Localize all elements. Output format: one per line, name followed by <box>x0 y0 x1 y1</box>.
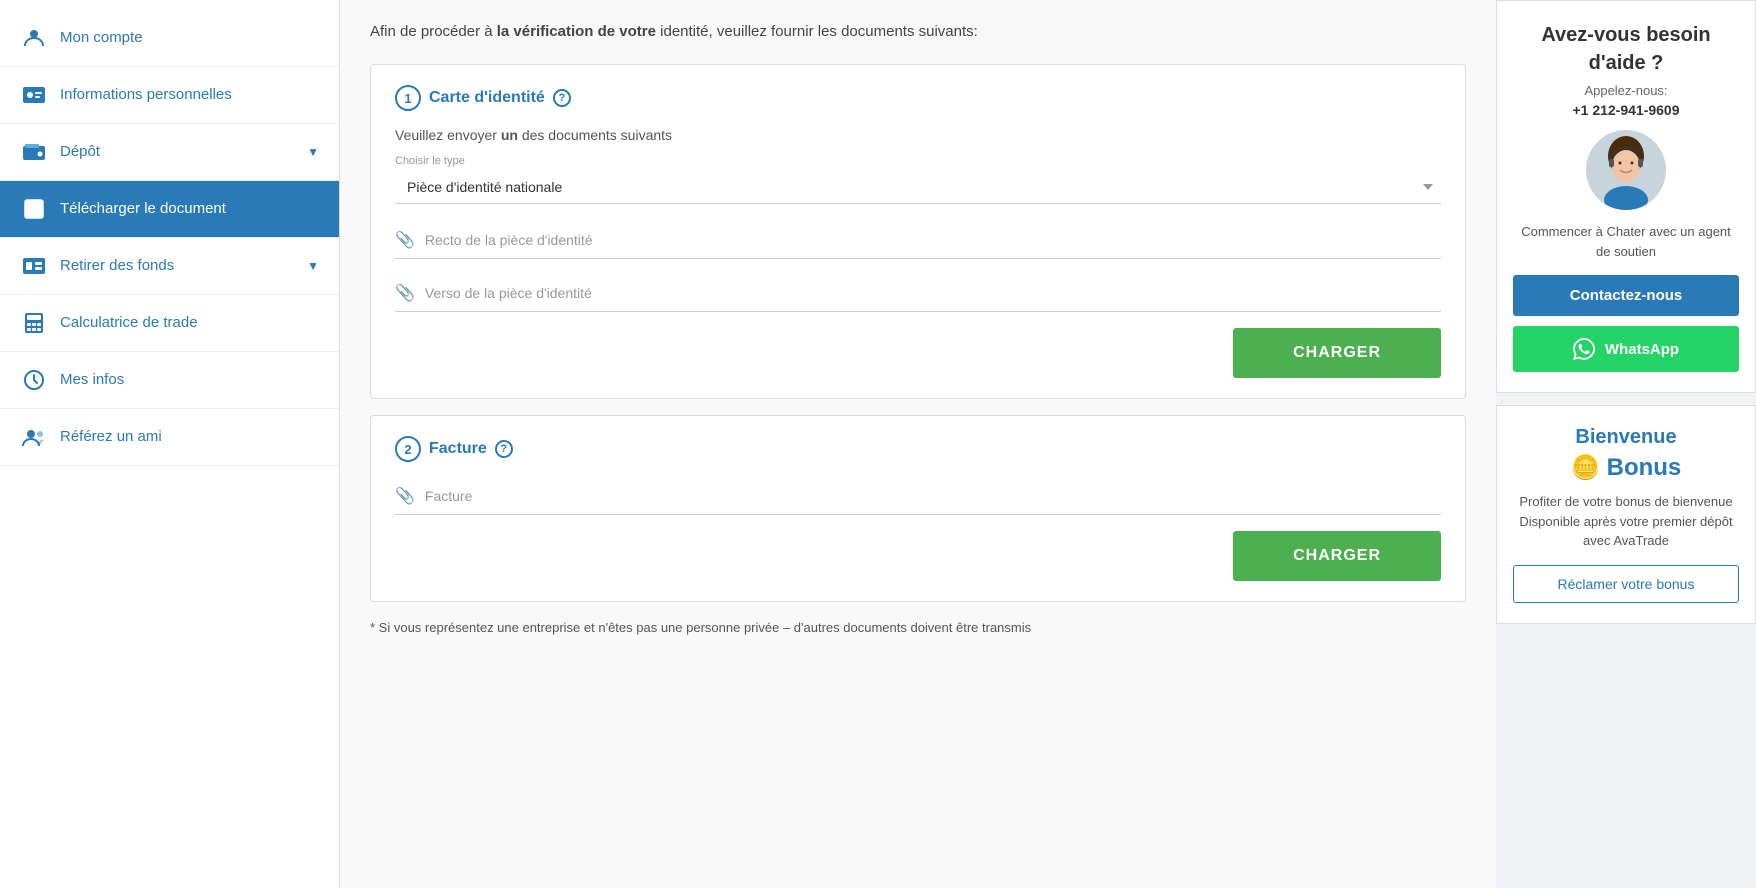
upload-icon <box>20 195 48 223</box>
section-2-header: 2 Facture ? <box>395 436 1441 462</box>
doc-type-select[interactable]: Pièce d'identité nationale Passeport Per… <box>395 171 1441 204</box>
main-content: Afin de procéder à la vérification de vo… <box>340 0 1496 888</box>
verso-field[interactable]: 📎 Verso de la pièce d'identité <box>395 275 1441 312</box>
section-2-title: Facture <box>429 440 487 458</box>
facture-field[interactable]: 📎 Facture <box>395 478 1441 515</box>
section-1-header: 1 Carte d'identité ? <box>395 85 1441 111</box>
bonus-card: Bienvenue 🪙 Bonus Profiter de votre bonu… <box>1496 405 1756 624</box>
atm-icon <box>20 252 48 280</box>
id-card-icon <box>20 81 48 109</box>
right-panel: Avez-vous besoin d'aide ? Appelez-nous: … <box>1496 0 1756 888</box>
sidebar-item-mes-infos[interactable]: Mes infos <box>0 352 339 409</box>
sidebar-item-mon-compte-label: Mon compte <box>60 28 143 48</box>
bonus-card-subtitle: 🪙 Bonus <box>1513 453 1739 482</box>
section-2-help-icon[interactable]: ? <box>495 440 513 458</box>
bonus-subtitle-text: Bonus <box>1607 454 1682 482</box>
calculator-icon <box>20 309 48 337</box>
help-chat-text: Commencer à Chater avec un agent de sout… <box>1513 222 1739 261</box>
sidebar-item-calculatrice-label: Calculatrice de trade <box>60 313 198 333</box>
help-phone-number: +1 212-941-9609 <box>1513 102 1739 118</box>
sidebar-item-referer[interactable]: Référez un ami <box>0 409 339 466</box>
charger-button-2[interactable]: CHARGER <box>1233 531 1441 581</box>
clip-icon-verso: 📎 <box>395 283 415 303</box>
sidebar-item-retirer-label: Retirer des fonds <box>60 256 174 276</box>
sidebar-item-mon-compte[interactable]: Mon compte <box>0 10 339 67</box>
help-card: Avez-vous besoin d'aide ? Appelez-nous: … <box>1496 0 1756 393</box>
bonus-text-1: Profiter de votre bonus de bienvenue Dis… <box>1513 492 1739 551</box>
agent-avatar <box>1586 130 1666 210</box>
bonus-coins-icon: 🪙 <box>1571 453 1601 482</box>
wallet-icon <box>20 138 48 166</box>
facture-placeholder: Facture <box>425 488 472 504</box>
recto-placeholder: Recto de la pièce d'identité <box>425 232 593 248</box>
sidebar-item-referer-label: Référez un ami <box>60 427 162 447</box>
clip-icon-recto: 📎 <box>395 230 415 250</box>
sidebar-item-depot[interactable]: Dépôt ▼ <box>0 124 339 181</box>
chevron-down-icon-2: ▼ <box>307 259 319 273</box>
select-type-label: Choisir le type <box>395 155 1441 167</box>
clock-icon <box>20 366 48 394</box>
clip-icon-facture: 📎 <box>395 486 415 506</box>
whatsapp-label: WhatsApp <box>1605 341 1679 358</box>
sidebar-item-informations-label: Informations personnelles <box>60 85 232 105</box>
section-2-number: 2 <box>395 436 421 462</box>
verso-placeholder: Verso de la pièce d'identité <box>425 285 592 301</box>
charger-button-1[interactable]: CHARGER <box>1233 328 1441 378</box>
chevron-down-icon: ▼ <box>307 145 319 159</box>
sidebar-item-telecharger-label: Télécharger le document <box>60 199 226 219</box>
sidebar-item-depot-label: Dépôt <box>60 142 100 162</box>
help-card-title: Avez-vous besoin d'aide ? <box>1513 21 1739 77</box>
sidebar-item-telecharger-document[interactable]: Télécharger le document <box>0 181 339 238</box>
reclamer-bonus-button[interactable]: Réclamer votre bonus <box>1513 565 1739 603</box>
whatsapp-icon <box>1573 338 1595 360</box>
sidebar-item-mes-infos-label: Mes infos <box>60 370 124 390</box>
section-1-sublabel: Veuillez envoyer un des documents suivan… <box>395 127 1441 143</box>
sidebar-item-calculatrice[interactable]: Calculatrice de trade <box>0 295 339 352</box>
carte-identite-section: 1 Carte d'identité ? Veuillez envoyer un… <box>370 64 1466 399</box>
note-text: * Si vous représentez une entreprise et … <box>370 618 1466 638</box>
sidebar-item-retirer-fonds[interactable]: Retirer des fonds ▼ <box>0 238 339 295</box>
contactez-nous-button[interactable]: Contactez-nous <box>1513 275 1739 316</box>
select-type-wrapper: Choisir le type Pièce d'identité nationa… <box>395 155 1441 222</box>
recto-field[interactable]: 📎 Recto de la pièce d'identité <box>395 222 1441 259</box>
user-icon <box>20 24 48 52</box>
help-phone-label: Appelez-nous: <box>1513 83 1739 98</box>
bonus-card-title: Bienvenue <box>1513 426 1739 449</box>
sidebar-item-informations-personnelles[interactable]: Informations personnelles <box>0 67 339 124</box>
sidebar: Mon compte Informations personnelles <box>0 0 340 888</box>
whatsapp-button[interactable]: WhatsApp <box>1513 326 1739 372</box>
facture-section: 2 Facture ? 📎 Facture CHARGER <box>370 415 1466 602</box>
section-1-help-icon[interactable]: ? <box>553 89 571 107</box>
users-icon <box>20 423 48 451</box>
section-1-number: 1 <box>395 85 421 111</box>
intro-text: Afin de procéder à la vérification de vo… <box>370 20 1466 44</box>
agent-avatar-svg <box>1586 130 1666 210</box>
section-1-title: Carte d'identité <box>429 89 545 107</box>
